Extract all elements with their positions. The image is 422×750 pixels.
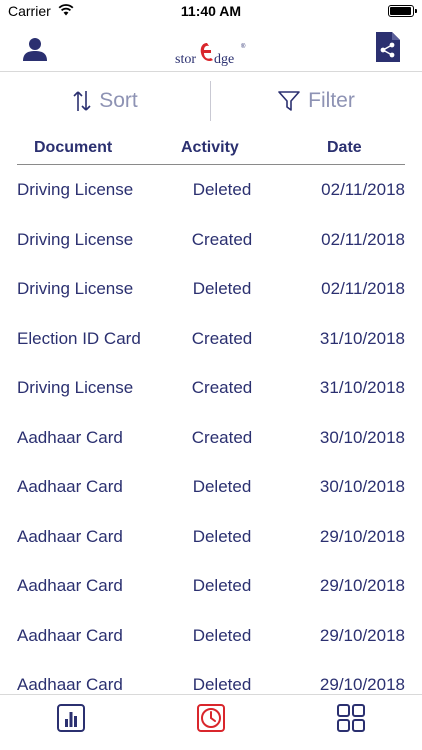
activity-cell: Deleted	[192, 675, 252, 693]
table-row[interactable]: Driving License Created 02/11/2018	[0, 215, 422, 265]
table-row[interactable]: Aadhaar Card Deleted 30/10/2018	[0, 462, 422, 512]
table-row[interactable]: Election ID Card Created 31/10/2018	[0, 314, 422, 364]
activity-cell: Deleted	[192, 576, 252, 595]
filter-icon	[278, 91, 300, 111]
table-header: Document Activity Date	[17, 137, 405, 165]
date-cell: 30/10/2018	[319, 427, 405, 447]
tab-bar	[0, 694, 422, 750]
document-cell: Aadhaar Card	[17, 526, 123, 546]
filter-label: Filter	[308, 89, 355, 112]
history-clock-icon[interactable]	[196, 703, 226, 733]
activity-cell: Deleted	[192, 279, 252, 298]
table-row[interactable]: Driving License Deleted 02/11/2018	[0, 264, 422, 314]
table-row[interactable]: Driving License Deleted 02/11/2018	[0, 165, 422, 215]
svg-text:®: ®	[241, 43, 246, 50]
activity-cell: Deleted	[192, 526, 252, 546]
activity-cell: Created	[191, 328, 253, 348]
date-cell: 29/10/2018	[319, 576, 405, 595]
activity-cell: Created	[191, 427, 253, 447]
brand-logo: stor dge ®	[175, 43, 246, 67]
status-time: 11:40 AM	[180, 3, 242, 19]
document-cell: Driving License	[17, 378, 134, 397]
date-cell: 29/10/2018	[319, 675, 405, 693]
svg-text:stor: stor	[175, 52, 196, 67]
date-cell: 30/10/2018	[319, 477, 405, 496]
activity-cell: Deleted	[192, 477, 252, 496]
date-cell: 29/10/2018	[319, 526, 405, 546]
document-cell: Aadhaar Card	[17, 675, 123, 693]
table-row[interactable]: Aadhaar Card Created 30/10/2018	[0, 413, 422, 463]
navigation-bar: stor dge ®	[0, 24, 422, 72]
activity-list: Driving License Deleted 02/11/2018 Driving …	[0, 165, 422, 693]
date-cell: 31/10/2018	[319, 328, 405, 348]
table-row[interactable]: Aadhaar Card Deleted 29/10/2018	[0, 611, 422, 661]
date-cell: 02/11/2018	[321, 229, 405, 249]
document-cell: Driving License	[17, 180, 134, 199]
table-row[interactable]: Aadhaar Card Deleted 29/10/2018	[0, 512, 422, 562]
sort-icon	[73, 91, 91, 111]
status-bar: Carrier 11:40 AM	[0, 0, 422, 24]
document-cell: Aadhaar Card	[17, 625, 123, 645]
sort-button[interactable]: Sort	[0, 73, 211, 129]
document-cell: Aadhaar Card	[17, 477, 123, 496]
document-cell: Driving License	[17, 229, 134, 249]
apps-grid-icon[interactable]	[336, 703, 366, 733]
share-document-icon[interactable]	[376, 32, 400, 62]
document-cell: Aadhaar Card	[17, 427, 123, 447]
activity-cell: Created	[191, 378, 253, 397]
column-header-activity[interactable]: Activity	[181, 139, 239, 157]
date-cell: 02/11/2018	[321, 279, 405, 298]
bar-chart-icon[interactable]	[56, 703, 86, 733]
document-cell: Aadhaar Card	[17, 576, 123, 595]
table-row[interactable]: Aadhaar Card Deleted 29/10/2018	[0, 660, 422, 693]
column-header-document[interactable]: Document	[34, 139, 112, 157]
date-cell: 29/10/2018	[319, 625, 405, 645]
table-row[interactable]: Driving License Created 31/10/2018	[0, 363, 422, 413]
battery-icon	[388, 5, 417, 17]
table-row[interactable]: Aadhaar Card Deleted 29/10/2018	[0, 561, 422, 611]
svg-text:dge: dge	[214, 52, 234, 67]
date-cell: 31/10/2018	[319, 378, 405, 397]
sort-filter-toolbar: Sort Filter	[0, 73, 422, 129]
activity-cell: Deleted	[192, 625, 252, 645]
document-cell: Election ID Card	[17, 328, 141, 348]
column-header-date[interactable]: Date	[327, 139, 362, 157]
activity-cell: Created	[191, 229, 253, 249]
sort-label: Sort	[99, 89, 138, 112]
activity-cell: Deleted	[192, 180, 252, 199]
date-cell: 02/11/2018	[321, 180, 405, 199]
document-cell: Driving License	[17, 279, 134, 298]
filter-button[interactable]: Filter	[211, 73, 422, 129]
profile-icon[interactable]	[22, 36, 48, 62]
